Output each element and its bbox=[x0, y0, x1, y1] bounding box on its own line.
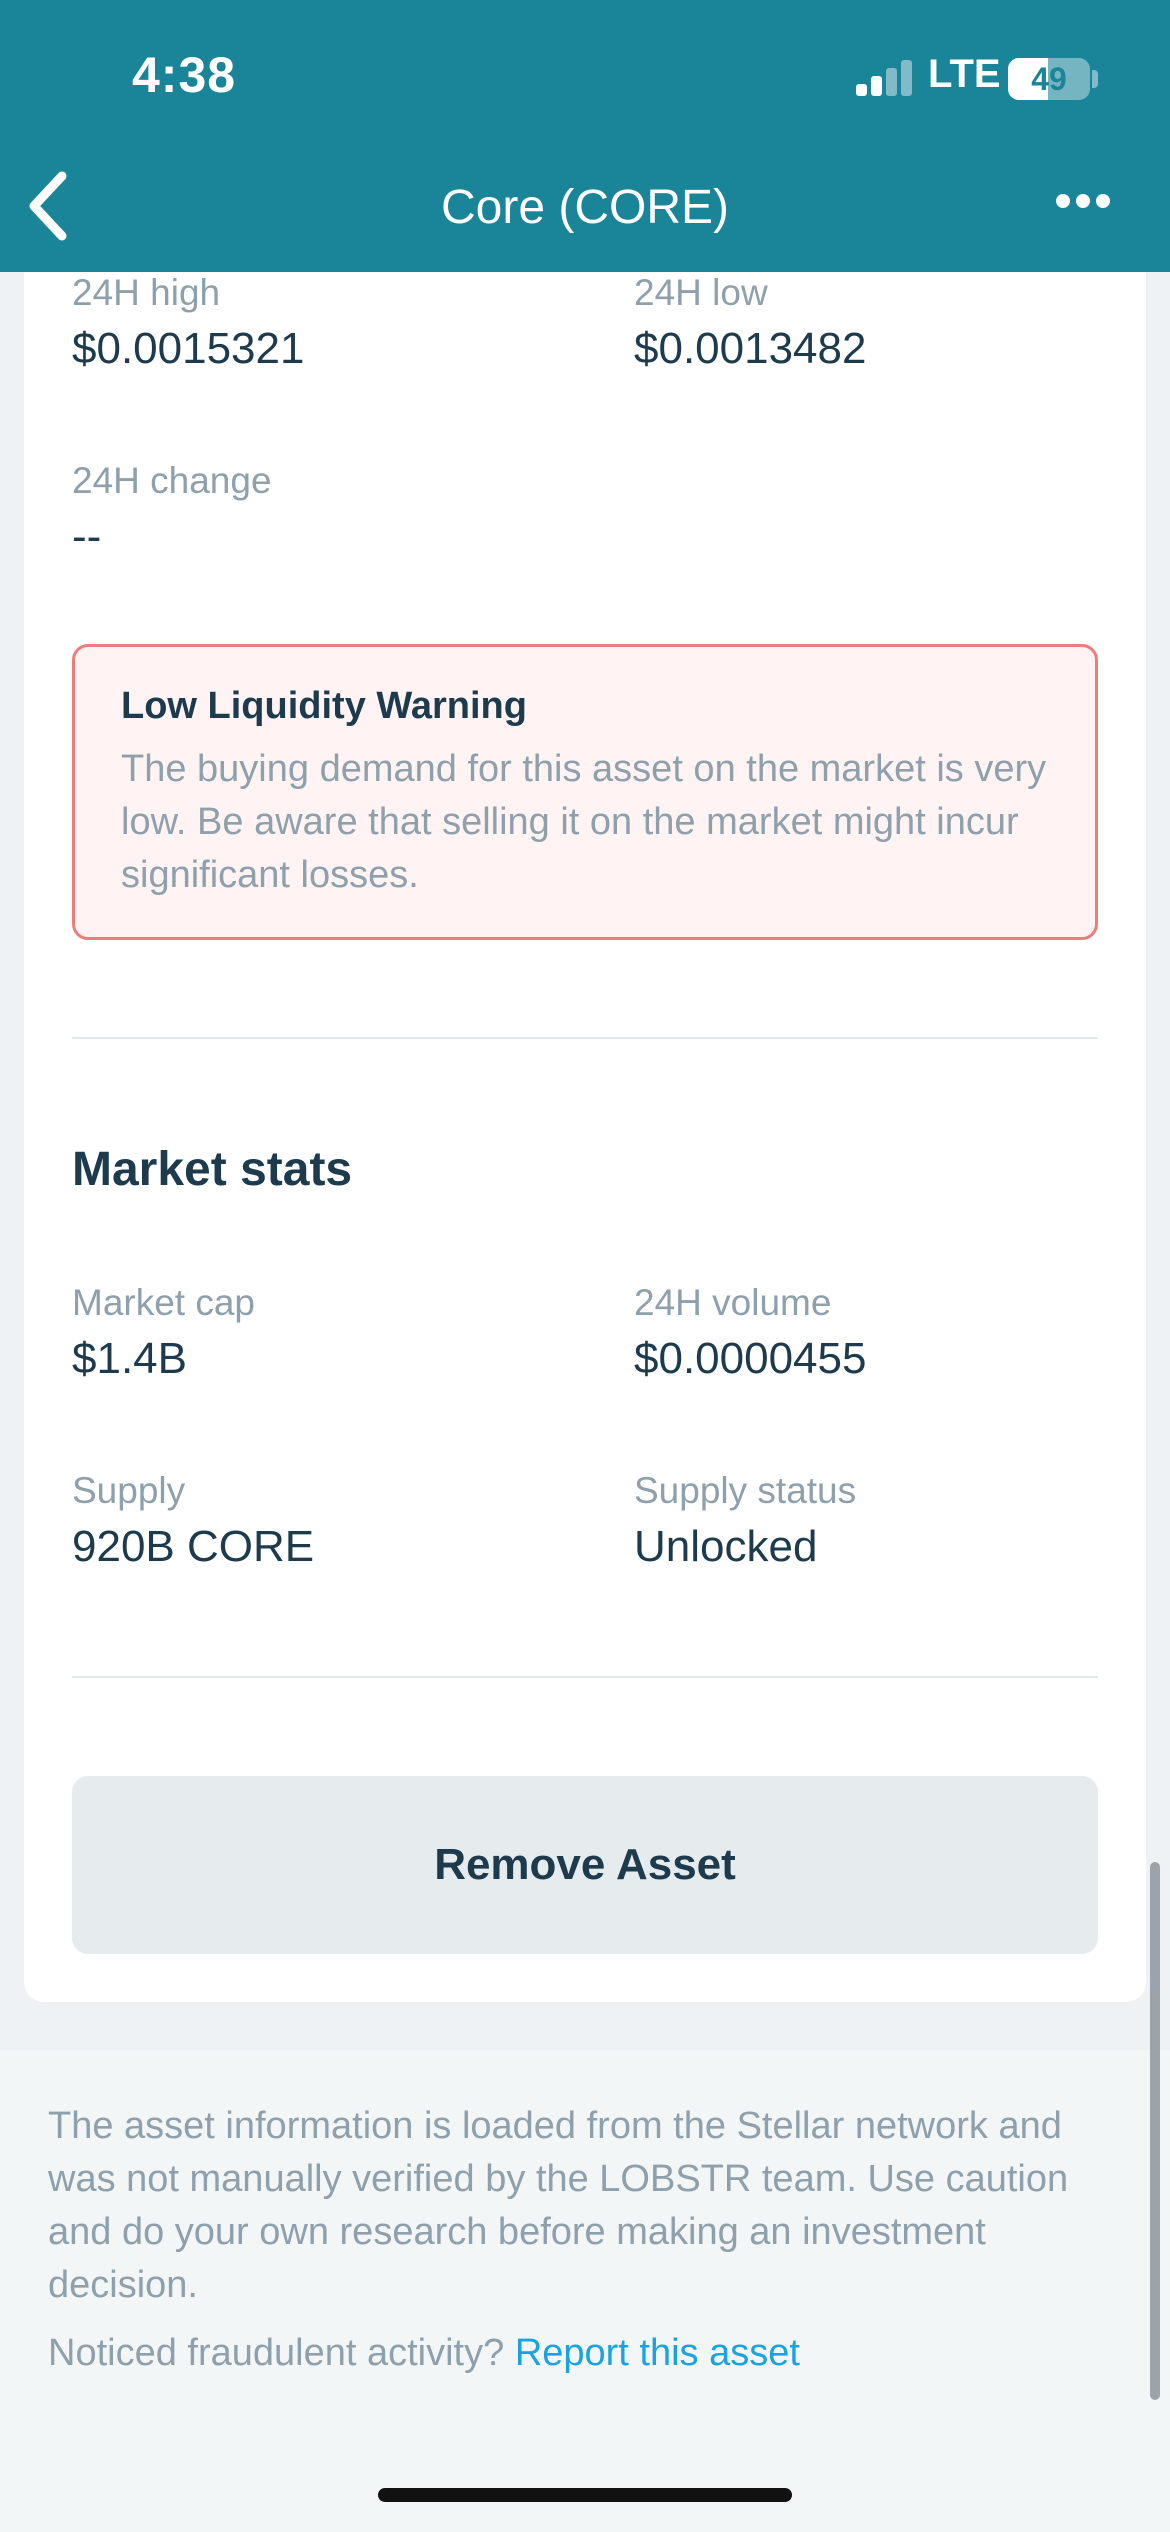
change-24h-label: 24H change bbox=[72, 460, 272, 501]
divider bbox=[72, 1037, 1098, 1039]
volume-24h-value: $0.0000455 bbox=[634, 1334, 867, 1383]
supply-label: Supply bbox=[72, 1470, 186, 1511]
battery-icon: 49 bbox=[1008, 58, 1090, 100]
high-24h-label: 24H high bbox=[72, 272, 221, 313]
report-asset-link[interactable]: Report this asset bbox=[515, 2332, 800, 2374]
market-stats-title: Market stats bbox=[72, 1143, 353, 1196]
supply-status-value: Unlocked bbox=[634, 1522, 818, 1571]
low-24h-value: $0.0013482 bbox=[634, 324, 867, 373]
top-bar: 4:38 LTE 49 Core (CORE) bbox=[0, 0, 1170, 272]
network-type: LTE bbox=[928, 52, 1001, 96]
battery-percent: 49 bbox=[1031, 61, 1067, 97]
low-24h-label: 24H low bbox=[634, 272, 768, 313]
remove-asset-button[interactable]: Remove Asset bbox=[72, 1776, 1098, 1954]
signal-bar bbox=[856, 84, 867, 96]
volume-24h-label: 24H volume bbox=[634, 1282, 832, 1323]
status-time: 4:38 bbox=[132, 47, 237, 103]
more-horizontal-icon bbox=[1056, 194, 1070, 208]
report-prompt: Noticed fraudulent activity? bbox=[48, 2332, 515, 2374]
market-cap-value: $1.4B bbox=[72, 1334, 187, 1383]
asset-details-card: 24H high $0.0015321 24H low $0.0013482 2… bbox=[24, 272, 1146, 2002]
high-24h-value: $0.0015321 bbox=[72, 324, 305, 373]
battery-tip bbox=[1092, 70, 1098, 88]
signal-icon bbox=[856, 60, 912, 96]
signal-bar bbox=[886, 68, 897, 96]
page-title: Core (CORE) bbox=[440, 181, 730, 234]
footer: The asset information is loaded from the… bbox=[0, 2050, 1170, 2532]
change-24h-value: -- bbox=[72, 512, 102, 561]
supply-status-label: Supply status bbox=[634, 1470, 857, 1511]
home-indicator[interactable] bbox=[378, 2488, 792, 2502]
supply-value: 920B CORE bbox=[72, 1522, 315, 1571]
warning-text: The buying demand for this asset on the … bbox=[121, 748, 1047, 896]
divider bbox=[72, 1676, 1098, 1678]
market-cap-label: Market cap bbox=[72, 1282, 256, 1323]
low-liquidity-warning: Low Liquidity Warning The buying demand … bbox=[72, 644, 1098, 940]
signal-bar bbox=[901, 60, 912, 96]
signal-bar bbox=[871, 76, 882, 96]
disclaimer-text: The asset information is loaded from the… bbox=[48, 2105, 1069, 2306]
warning-title: Low Liquidity Warning bbox=[121, 685, 527, 727]
more-horizontal-icon bbox=[1096, 194, 1110, 208]
more-horizontal-icon bbox=[1076, 194, 1090, 208]
scrollbar[interactable] bbox=[1150, 1862, 1160, 2400]
report-line: Noticed fraudulent activity? Report this… bbox=[48, 2332, 800, 2375]
more-options-button[interactable] bbox=[1056, 194, 1116, 218]
